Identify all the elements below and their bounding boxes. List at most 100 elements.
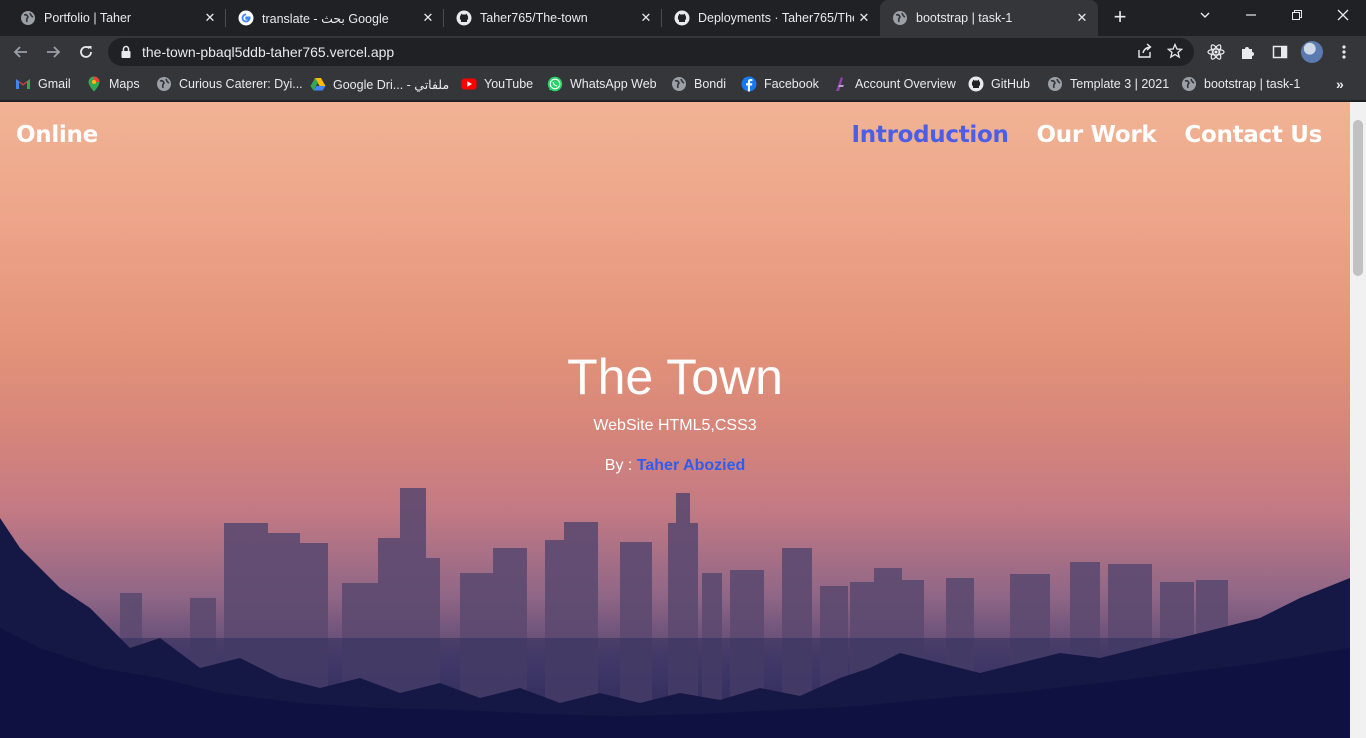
tab-translate[interactable]: translate - بحث Google ✕ bbox=[226, 0, 444, 36]
close-window-button[interactable] bbox=[1320, 0, 1366, 30]
bookmark-label: Bondi bbox=[694, 77, 726, 91]
side-panel-button[interactable] bbox=[1270, 42, 1290, 62]
react-devtools-button[interactable] bbox=[1206, 42, 1226, 62]
facebook-icon bbox=[741, 76, 757, 92]
share-button[interactable] bbox=[1136, 42, 1154, 60]
bookmark-label: Maps bbox=[109, 77, 140, 91]
github-icon bbox=[674, 10, 690, 26]
new-tab-button[interactable]: + bbox=[1108, 6, 1132, 30]
bookmark-label: Facebook bbox=[764, 77, 819, 91]
bookmark-label: YouTube bbox=[484, 77, 534, 91]
restore-icon bbox=[1292, 10, 1302, 20]
whatsapp-icon bbox=[547, 76, 563, 92]
bookmark-template-3[interactable]: Template 3 | 2021 bbox=[1047, 75, 1169, 93]
bookmark-bondi[interactable]: Bondi bbox=[671, 75, 726, 93]
bookmarks-overflow-button[interactable]: » bbox=[1336, 76, 1344, 92]
brand-logo[interactable]: Online bbox=[16, 122, 98, 148]
minimize-button[interactable] bbox=[1228, 0, 1274, 30]
globe-icon bbox=[20, 10, 36, 26]
tab-title: translate - بحث Google bbox=[262, 11, 389, 26]
bookmark-google-drive[interactable]: Google Dri... - ملفاتي bbox=[310, 75, 449, 93]
maps-icon bbox=[86, 76, 102, 92]
nav-link-introduction[interactable]: Introduction bbox=[852, 122, 1009, 148]
bookmark-facebook[interactable]: Facebook bbox=[741, 75, 819, 93]
globe-icon bbox=[671, 76, 687, 92]
globe-icon bbox=[156, 76, 172, 92]
tab-title: Portfolio | Taher bbox=[44, 11, 132, 25]
bookmark-label: Curious Caterer: Dyi... bbox=[179, 77, 303, 91]
hero-title: The Town bbox=[567, 349, 783, 405]
restore-button[interactable] bbox=[1274, 0, 1320, 30]
close-icon[interactable]: ✕ bbox=[854, 8, 874, 28]
page-viewport: Online Introduction Our Work Contact Us … bbox=[0, 102, 1350, 738]
tab-strip: Portfolio | Taher ✕ translate - بحث Goog… bbox=[0, 0, 1366, 36]
close-icon[interactable]: ✕ bbox=[1072, 8, 1092, 28]
bookmark-whatsapp[interactable]: WhatsApp Web bbox=[547, 75, 657, 93]
close-icon[interactable]: ✕ bbox=[418, 8, 438, 28]
share-icon bbox=[1138, 43, 1152, 58]
arrow-right-icon bbox=[47, 46, 61, 58]
tab-bootstrap-active[interactable]: bootstrap | task-1 ✕ bbox=[880, 0, 1098, 36]
bookmark-curious-caterer[interactable]: Curious Caterer: Dyi... bbox=[156, 75, 303, 93]
bookmark-label: bootstrap | task-1 bbox=[1204, 77, 1301, 91]
bookmark-label: Account Overview bbox=[855, 77, 956, 91]
drive-icon bbox=[310, 76, 326, 92]
city-skyline-image bbox=[0, 488, 1350, 738]
bookmark-bootstrap-task[interactable]: bootstrap | task-1 bbox=[1181, 75, 1300, 93]
main-nav: Introduction Our Work Contact Us bbox=[852, 122, 1323, 148]
close-icon bbox=[1337, 9, 1349, 21]
bookmark-github[interactable]: GitHub bbox=[968, 75, 1030, 93]
more-vertical-icon bbox=[1342, 45, 1346, 59]
bookmark-label: GitHub bbox=[991, 77, 1030, 91]
bookmark-label: Gmail bbox=[38, 77, 71, 91]
hero-subtitle: WebSite HTML5,CSS3 bbox=[593, 417, 757, 434]
tab-title: Deployments · Taher765/The-town bbox=[698, 11, 854, 25]
scrollbar-thumb[interactable] bbox=[1353, 120, 1363, 276]
url-text: the-town-pbaql5ddb-taher765.vercel.app bbox=[142, 44, 395, 60]
google-icon bbox=[238, 10, 254, 26]
bookmark-label: WhatsApp Web bbox=[570, 77, 657, 91]
react-icon bbox=[1207, 44, 1225, 60]
back-button[interactable] bbox=[8, 39, 34, 65]
tab-title: bootstrap | task-1 bbox=[916, 11, 1013, 25]
arrow-left-icon bbox=[13, 46, 27, 58]
bookmark-label: Google Dri... - ملفاتي bbox=[333, 77, 450, 92]
tab-github-deployments[interactable]: Deployments · Taher765/The-town ✕ bbox=[662, 0, 880, 36]
nav-link-our-work[interactable]: Our Work bbox=[1037, 122, 1157, 148]
profile-avatar[interactable] bbox=[1301, 41, 1323, 63]
puzzle-icon bbox=[1242, 47, 1254, 59]
account-icon bbox=[832, 76, 848, 92]
side-panel-icon bbox=[1272, 45, 1288, 59]
reload-button[interactable] bbox=[73, 39, 99, 65]
bookmark-maps[interactable]: Maps bbox=[86, 75, 140, 93]
bookmark-account-overview[interactable]: Account Overview bbox=[832, 75, 956, 93]
close-icon[interactable]: ✕ bbox=[636, 8, 656, 28]
github-icon bbox=[968, 76, 984, 92]
bookmarks-bar: Gmail Maps Curious Caterer: Dyi... Googl… bbox=[0, 68, 1366, 101]
close-icon[interactable]: ✕ bbox=[200, 8, 220, 28]
forward-button[interactable] bbox=[40, 39, 66, 65]
globe-icon bbox=[892, 10, 908, 26]
globe-icon bbox=[1047, 76, 1063, 92]
tab-search-button[interactable] bbox=[1182, 0, 1228, 30]
lock-icon bbox=[121, 45, 131, 58]
bookmark-label: Template 3 | 2021 bbox=[1070, 77, 1170, 91]
reload-icon bbox=[80, 46, 92, 58]
address-bar[interactable]: the-town-pbaql5ddb-taher765.vercel.app bbox=[108, 38, 1194, 66]
author-link[interactable]: Taher Abozied bbox=[637, 457, 745, 474]
github-icon bbox=[456, 10, 472, 26]
tab-portfolio[interactable]: Portfolio | Taher ✕ bbox=[0, 0, 226, 36]
extensions-button[interactable] bbox=[1238, 42, 1258, 62]
page-scrollbar[interactable] bbox=[1350, 102, 1366, 738]
browser-toolbar: the-town-pbaql5ddb-taher765.vercel.app bbox=[0, 36, 1366, 68]
bookmark-gmail[interactable]: Gmail bbox=[15, 75, 71, 93]
byline-label: By : bbox=[604, 457, 633, 474]
bookmark-youtube[interactable]: YouTube bbox=[461, 75, 533, 93]
globe-icon bbox=[1181, 76, 1197, 92]
minimize-icon bbox=[1246, 14, 1256, 16]
tab-github-repo[interactable]: Taher765/The-town ✕ bbox=[444, 0, 662, 36]
bookmark-star-button[interactable] bbox=[1166, 42, 1184, 60]
nav-link-contact-us[interactable]: Contact Us bbox=[1184, 122, 1322, 148]
hero-byline: By : Taher Abozied bbox=[0, 457, 1350, 475]
browser-menu-button[interactable] bbox=[1334, 42, 1354, 62]
